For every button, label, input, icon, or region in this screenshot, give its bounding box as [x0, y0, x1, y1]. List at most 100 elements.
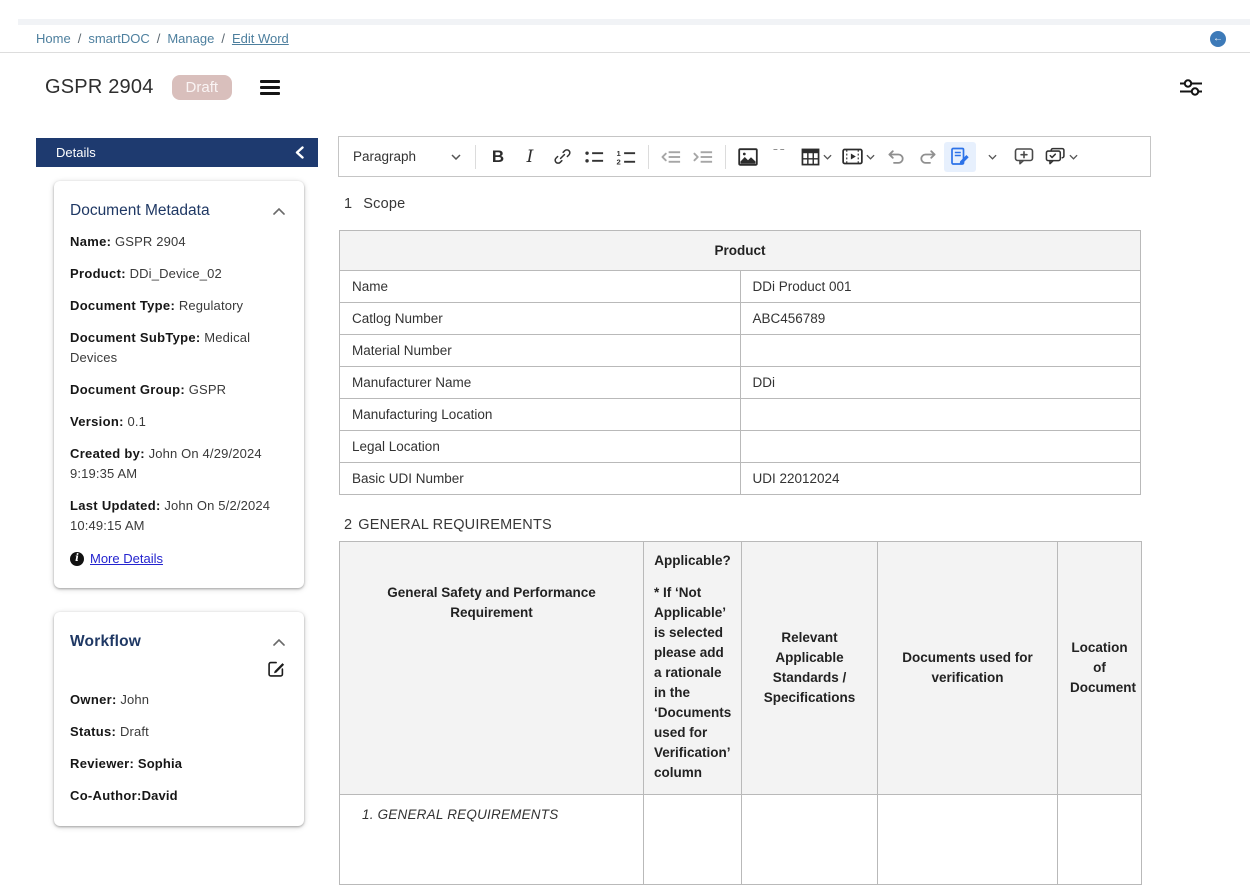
workflow-card-title: Workflow: [70, 633, 141, 651]
breadcrumb-smartdoc[interactable]: smartDOC: [88, 31, 149, 46]
edit-workflow-button[interactable]: [267, 659, 286, 678]
paragraph-style-dropdown[interactable]: Paragraph: [347, 142, 469, 172]
track-changes-dropdown[interactable]: [976, 142, 1008, 172]
add-comment-icon: [1014, 147, 1034, 166]
image-icon: [738, 148, 758, 166]
status-badge: Draft: [172, 75, 233, 100]
collapse-workflow-button[interactable]: [270, 636, 288, 649]
more-details-link[interactable]: More Details: [90, 551, 163, 566]
outdent-icon: [661, 149, 682, 165]
table-row[interactable]: Basic UDI Number UDI 22012024: [340, 463, 1141, 495]
edit-icon: [267, 659, 286, 678]
insert-table-button[interactable]: [796, 142, 837, 172]
table-row[interactable]: Catlog Number ABC456789: [340, 303, 1141, 335]
link-icon: [553, 147, 572, 166]
document-content[interactable]: 1 Scope Product Name DDi Product 001 Cat…: [338, 177, 1151, 885]
general-requirements-heading: 2 GENERAL REQUIREMENTS: [344, 517, 1141, 533]
metadata-field-document-type: Document Type: Regulatory: [70, 296, 288, 316]
settings-sliders-icon: [1178, 76, 1204, 98]
media-icon: [842, 148, 863, 165]
numbered-list-icon: 1 2: [616, 148, 637, 166]
bold-icon: B: [492, 147, 504, 167]
bold-button[interactable]: B: [482, 142, 514, 172]
numbered-list-button[interactable]: 1 2: [610, 142, 642, 172]
redo-icon: [918, 148, 938, 165]
document-metadata-card: Document Metadata Name: GSPR 2904 Produc…: [54, 181, 304, 588]
requirements-table-header-row: General Safety and Performance Requireme…: [340, 542, 1142, 795]
breadcrumb-separator: /: [157, 31, 161, 46]
details-panel: Details Document Metadata Name: GSPR 290…: [36, 138, 318, 846]
table-row[interactable]: Manufacturing Location: [340, 399, 1141, 431]
workflow-field-co-author: Co-Author:David: [70, 786, 288, 806]
blockquote-icon: “: [771, 149, 788, 165]
redo-button[interactable]: [912, 142, 944, 172]
breadcrumb: Home / smartDOC / Manage / Edit Word ←: [0, 25, 1250, 53]
comments-icon: [1045, 147, 1066, 166]
settings-sliders-button[interactable]: [1176, 74, 1206, 100]
scope-heading: 1 Scope: [344, 196, 1141, 212]
info-icon: i: [70, 552, 84, 566]
menu-button[interactable]: [258, 76, 282, 99]
metadata-field-last-updated: Last Updated: John On 5/2/2024 10:49:15 …: [70, 496, 288, 536]
toolbar-divider: [475, 145, 476, 169]
track-changes-icon: [950, 147, 970, 166]
table-row[interactable]: Material Number: [340, 335, 1141, 367]
indent-button[interactable]: [687, 142, 719, 172]
metadata-field-version: Version: 0.1: [70, 412, 288, 432]
insert-media-button[interactable]: [837, 142, 880, 172]
workflow-field-owner: Owner: John: [70, 690, 288, 710]
document-header: GSPR 2904 Draft: [0, 54, 1250, 120]
metadata-field-created-by: Created by: John On 4/29/2024 9:19:35 AM: [70, 444, 288, 484]
metadata-field-document-subtype: Document SubType: Medical Devices: [70, 328, 288, 368]
table-row[interactable]: 1. GENERAL REQUIREMENTS: [340, 795, 1142, 885]
table-row[interactable]: Manufacturer Name DDi: [340, 367, 1141, 399]
product-table-title: Product: [340, 231, 1141, 271]
svg-text:2: 2: [616, 157, 620, 165]
chevron-down-icon: [451, 154, 461, 160]
insert-image-button[interactable]: [732, 142, 764, 172]
blockquote-button[interactable]: “: [764, 142, 796, 172]
comments-button[interactable]: [1040, 142, 1083, 172]
breadcrumb-home[interactable]: Home: [36, 31, 71, 46]
editor: Paragraph B I 1 2: [338, 136, 1151, 846]
metadata-field-product: Product: DDi_Device_02: [70, 264, 288, 284]
workflow-card: Workflow Owner: John Status: Draft Revie…: [54, 612, 304, 826]
collapse-metadata-button[interactable]: [270, 205, 288, 218]
table-row[interactable]: Name DDi Product 001: [340, 271, 1141, 303]
breadcrumb-manage[interactable]: Manage: [167, 31, 214, 46]
chevron-up-icon: [273, 208, 285, 215]
outdent-button[interactable]: [655, 142, 687, 172]
header-applicable: Applicable? * If ‘Not Applicable’ is sel…: [644, 542, 742, 795]
back-button[interactable]: ←: [1210, 31, 1226, 47]
add-comment-button[interactable]: [1008, 142, 1040, 172]
details-panel-header[interactable]: Details: [36, 138, 318, 167]
track-changes-button[interactable]: [944, 142, 976, 172]
chevron-up-icon: [273, 639, 285, 646]
metadata-card-title: Document Metadata: [70, 202, 210, 220]
product-table-header-row: Product: [340, 231, 1141, 271]
table-row[interactable]: Legal Location: [340, 431, 1141, 463]
chevron-down-icon: [1069, 154, 1078, 160]
collapse-panel-icon[interactable]: [295, 146, 304, 159]
undo-button[interactable]: [880, 142, 912, 172]
italic-button[interactable]: I: [514, 142, 546, 172]
chevron-down-icon: [988, 154, 997, 160]
chevron-down-icon: [866, 154, 875, 160]
details-panel-title: Details: [56, 145, 96, 160]
breadcrumb-edit-word[interactable]: Edit Word: [232, 31, 289, 46]
bulleted-list-icon: [584, 148, 605, 166]
page-title: GSPR 2904: [45, 76, 154, 99]
header-requirement: General Safety and Performance Requireme…: [340, 542, 644, 795]
breadcrumb-separator: /: [221, 31, 225, 46]
product-table[interactable]: Product Name DDi Product 001 Catlog Numb…: [339, 230, 1141, 495]
italic-icon: I: [527, 147, 534, 167]
workflow-field-reviewer: Reviewer: Sophia: [70, 754, 288, 774]
bulleted-list-button[interactable]: [578, 142, 610, 172]
undo-icon: [886, 148, 906, 165]
link-button[interactable]: [546, 142, 578, 172]
metadata-field-name: Name: GSPR 2904: [70, 232, 288, 252]
indent-icon: [693, 149, 714, 165]
menu-icon: [260, 80, 280, 83]
requirements-table[interactable]: General Safety and Performance Requireme…: [339, 541, 1142, 885]
toolbar-divider: [725, 145, 726, 169]
